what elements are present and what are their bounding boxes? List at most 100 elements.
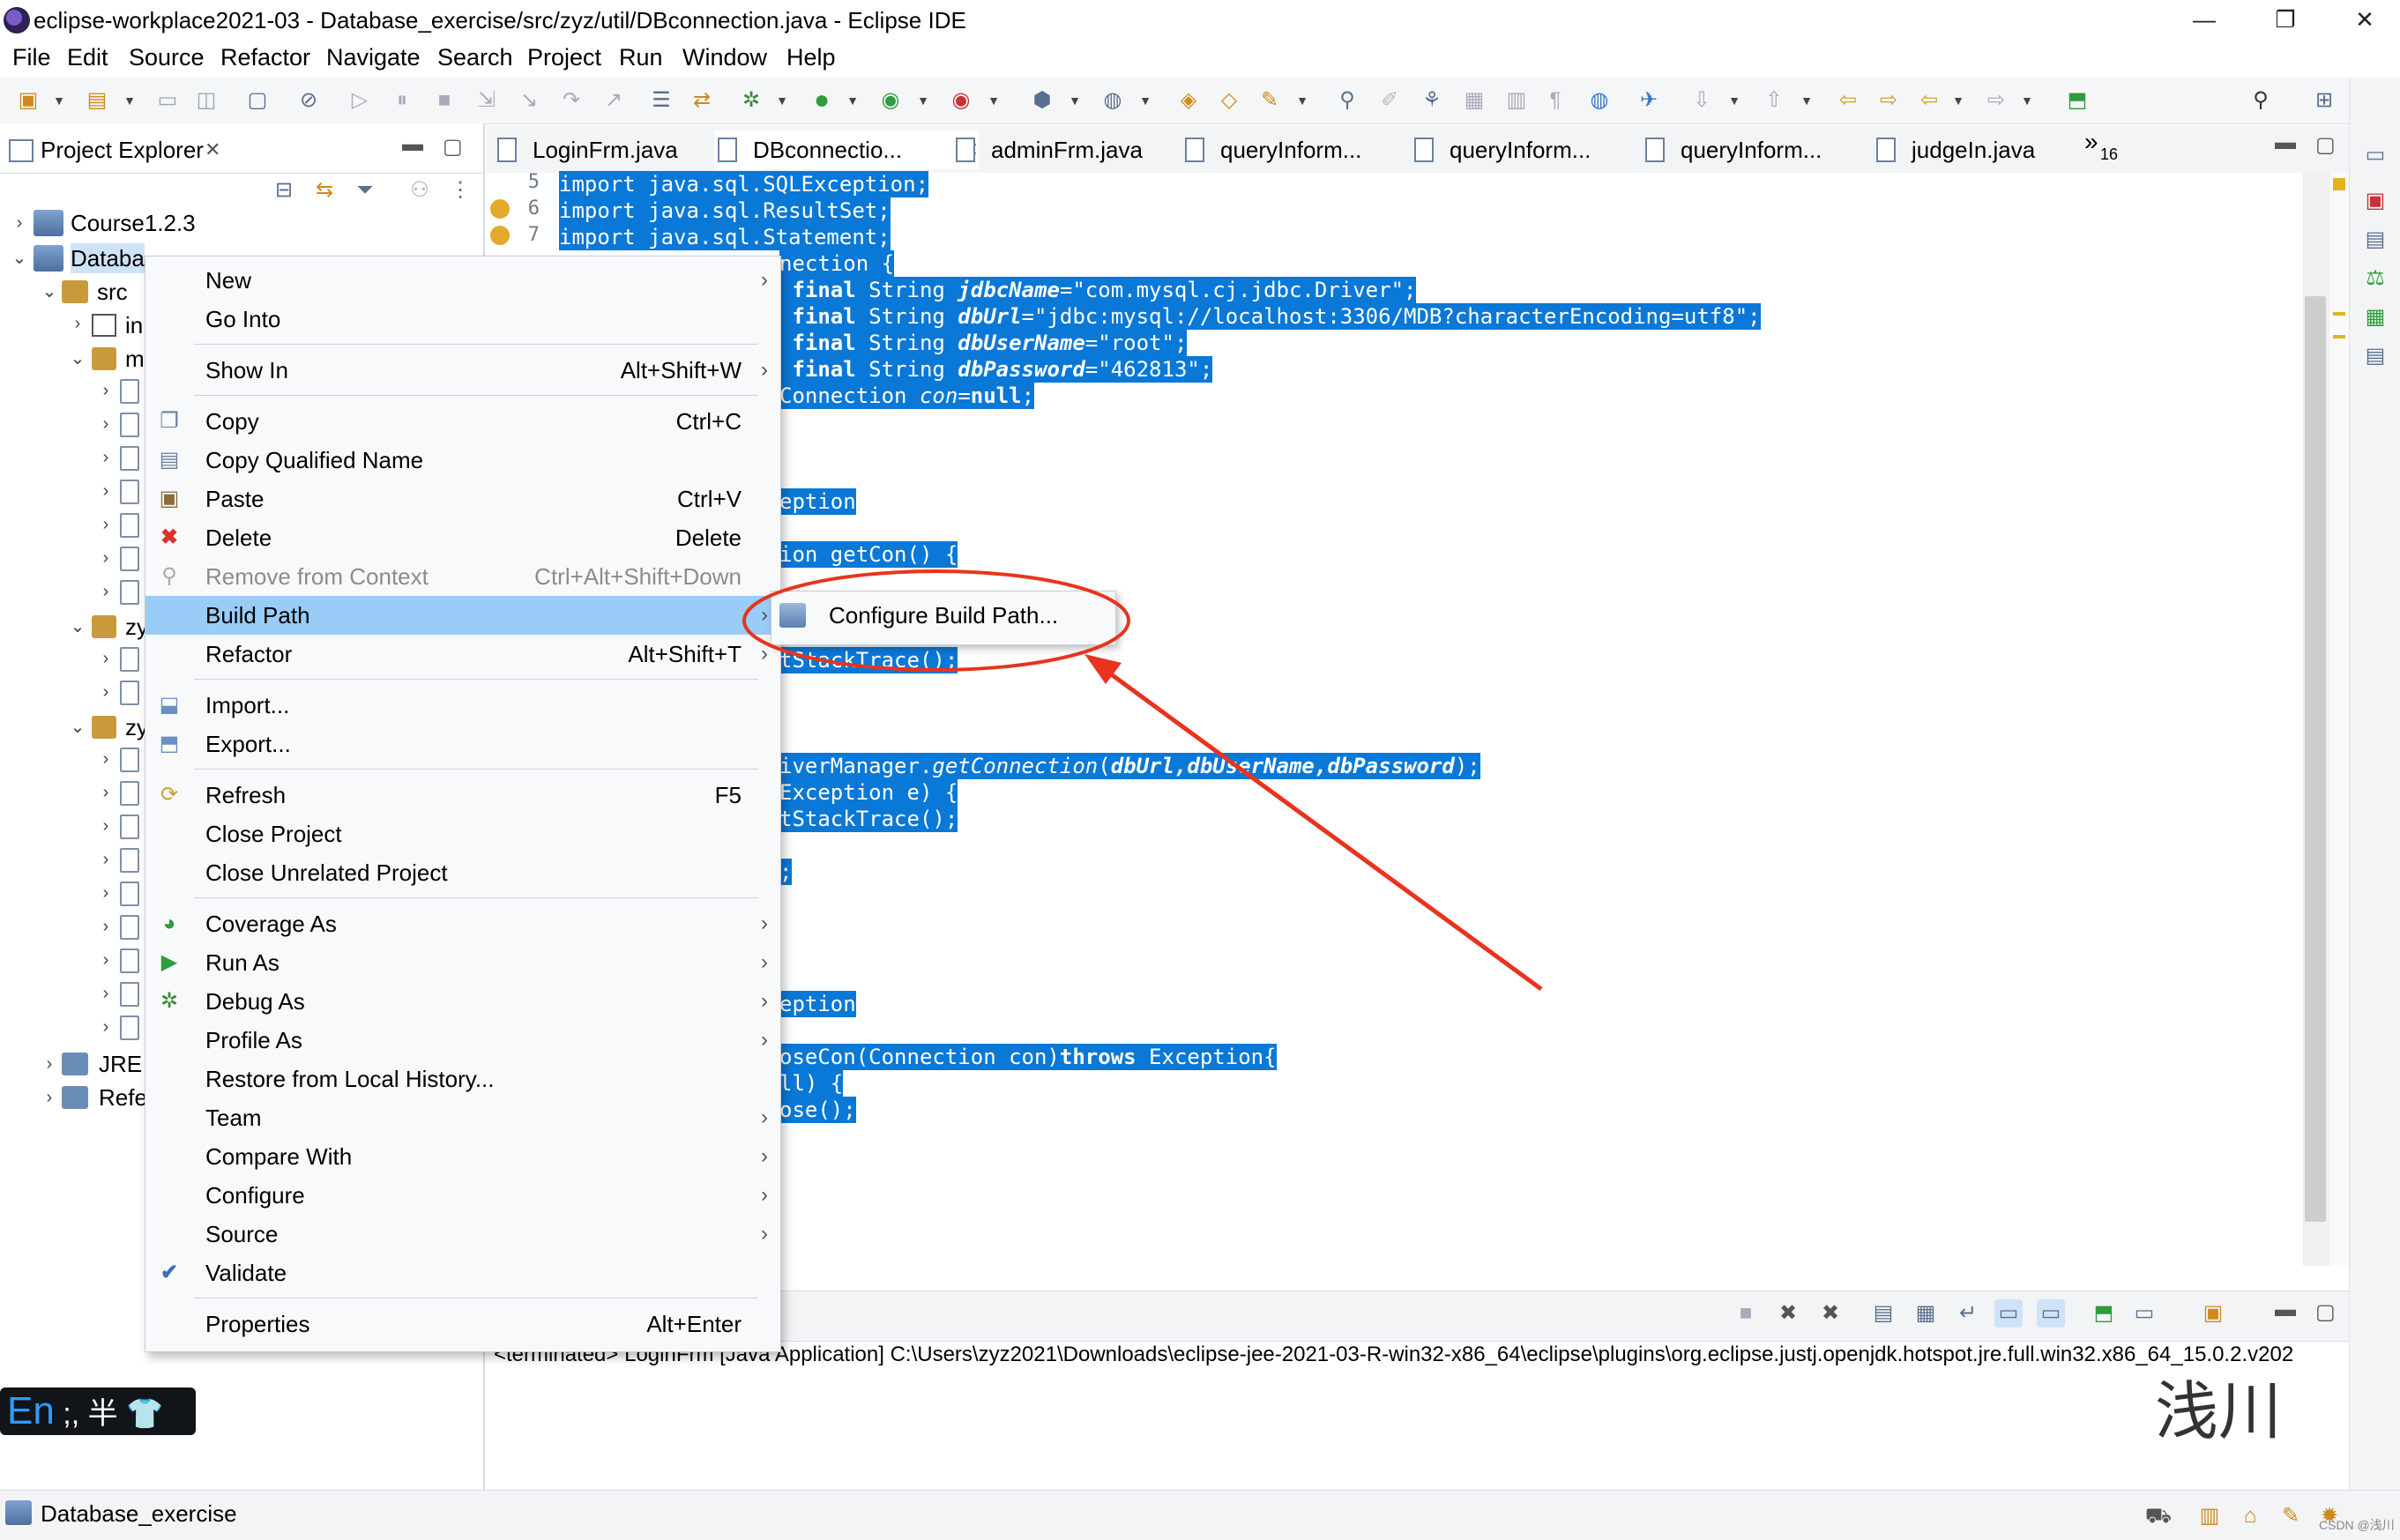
chevron-down-icon[interactable]: ⌄ (41, 280, 58, 302)
menu-item-refactor[interactable]: Refactor Alt+Shift+T › (145, 635, 779, 673)
chevron-right-icon[interactable]: › (41, 1054, 58, 1075)
tab-overflow-button[interactable]: » (2084, 129, 2098, 155)
chevron-down-icon[interactable]: ▼ (123, 92, 136, 109)
word-wrap-console-icon[interactable]: ↵ (1954, 1299, 1982, 1328)
chevron-down-icon[interactable]: ▼ (1139, 92, 1152, 109)
new-file-icon[interactable]: ▤ (83, 86, 111, 115)
menu-window[interactable]: Window (682, 42, 767, 72)
disconnect-icon[interactable]: ⇲ (473, 86, 501, 115)
view-menu-icon[interactable]: ⋮ (446, 176, 474, 205)
menu-item-build-path[interactable]: Build Path › (145, 596, 779, 635)
menu-item-close-unrelated-project[interactable]: Close Unrelated Project (145, 853, 779, 892)
menu-search[interactable]: Search (437, 42, 513, 72)
chevron-right-icon[interactable]: › (97, 749, 115, 770)
menu-item-source[interactable]: Source › (145, 1215, 779, 1254)
skip-breakpoints-icon[interactable]: ⊘ (294, 86, 323, 115)
outline-icon[interactable]: ▤ (2361, 226, 2389, 254)
chevron-down-icon[interactable]: ⌄ (69, 347, 86, 369)
menu-item-refresh[interactable]: ⟳ Refresh F5 (145, 776, 779, 815)
save-icon[interactable]: ▭ (153, 86, 182, 115)
search-icon[interactable]: ⚲ (2247, 86, 2275, 115)
chevron-down-icon[interactable]: ▼ (846, 92, 859, 109)
tab-dbconnection[interactable]: DBconnectio...✕ (714, 130, 979, 169)
maximize-view-icon[interactable]: ▢ (443, 134, 463, 160)
open-perspective-icon[interactable]: ✈ (1635, 86, 1663, 115)
snippets-icon[interactable]: ▤ (2361, 342, 2389, 370)
menu-item-go-into[interactable]: Go Into (145, 300, 779, 339)
back-icon[interactable]: ⇦ (1915, 86, 1943, 115)
warning-marker-icon[interactable] (490, 199, 510, 219)
mark-occurrences-icon[interactable]: ✐ (1375, 86, 1404, 115)
save-all-icon[interactable]: ◫ (192, 86, 220, 115)
status-book-icon[interactable]: ▥ (2195, 1502, 2224, 1530)
menu-item-coverage-as[interactable]: ◕ Coverage As › (145, 904, 779, 943)
open-task-icon[interactable]: ◇ (1215, 86, 1243, 115)
perspective-icon[interactable]: ⊞ (2310, 86, 2338, 115)
menu-edit[interactable]: Edit (67, 42, 108, 72)
menu-item-compare-with[interactable]: Compare With › (145, 1137, 779, 1176)
last-edit-icon[interactable]: ⇦ (1834, 86, 1862, 115)
display-console-icon[interactable]: ▭ (2130, 1299, 2158, 1328)
menu-navigate[interactable]: Navigate (326, 42, 421, 72)
new-wizard-icon[interactable]: ▣ (14, 86, 42, 115)
chevron-right-icon[interactable]: › (97, 582, 115, 602)
chevron-right-icon[interactable]: › (97, 381, 115, 401)
chevron-right-icon[interactable]: › (41, 1088, 58, 1108)
external-tools-icon[interactable]: ◉ (947, 86, 975, 115)
menu-item-properties[interactable]: Properties Alt+Enter (145, 1305, 779, 1343)
step-return-icon[interactable]: ↗ (600, 86, 628, 115)
menu-item-debug-as[interactable]: ✲ Debug As › (145, 982, 779, 1021)
tree-item-database[interactable]: Databa (71, 243, 145, 273)
chevron-down-icon[interactable]: ▼ (1069, 92, 1081, 109)
chevron-right-icon[interactable]: › (11, 213, 28, 234)
drop-frame-icon[interactable]: ☰ (647, 86, 675, 115)
chevron-down-icon[interactable]: ▼ (2021, 92, 2033, 109)
breadcrumb-toggle-icon[interactable]: ⚘ (1418, 86, 1446, 115)
maximize-editor-icon[interactable]: ▢ (2315, 132, 2336, 158)
tab-queryinform-1[interactable]: queryInform... (1181, 130, 1441, 169)
warning-marker-icon[interactable] (490, 226, 510, 245)
menu-item-export[interactable]: ⬒ Export... (145, 725, 779, 763)
overview-marker-icon[interactable] (2333, 312, 2345, 316)
terminate-console-icon[interactable]: ■ (1732, 1299, 1760, 1328)
remove-all-icon[interactable]: ✖ (1816, 1299, 1845, 1328)
coverage-icon[interactable]: ◉ (876, 86, 905, 115)
tree-item-src[interactable]: src (97, 277, 128, 307)
menu-item-import[interactable]: ⬓ Import... (145, 686, 779, 725)
data-source-icon[interactable]: ▦ (2361, 303, 2389, 331)
chevron-right-icon[interactable]: › (97, 448, 115, 468)
menu-refactor[interactable]: Refactor (220, 42, 310, 72)
tree-item-pkg-m[interactable]: m (125, 344, 145, 374)
next-annotation-icon[interactable]: ⇩ (1688, 86, 1716, 115)
word-wrap-icon[interactable]: ▥ (1502, 86, 1531, 115)
menu-item-new[interactable]: New › (145, 261, 779, 300)
tab-loginfrm[interactable]: LoginFrm.java (494, 130, 742, 169)
menu-help[interactable]: Help (786, 42, 836, 72)
new-java-class-icon[interactable]: ◍ (1099, 86, 1127, 115)
chevron-right-icon[interactable]: › (97, 783, 115, 803)
chevron-down-icon[interactable]: ▼ (776, 92, 788, 109)
previous-annotation-icon[interactable]: ⇧ (1760, 86, 1788, 115)
chevron-right-icon[interactable]: › (97, 649, 115, 669)
scroll-lock-icon[interactable]: ▦ (1912, 1299, 1940, 1328)
minimize-console-icon[interactable]: ▬ (2275, 1298, 2296, 1322)
tab-queryinform-2[interactable]: queryInform... (1411, 130, 1670, 169)
chevron-right-icon[interactable]: › (69, 314, 86, 334)
ime-indicator[interactable]: En ;, 半 👕 (0, 1387, 196, 1435)
remove-launch-icon[interactable]: ✖ (1774, 1299, 1802, 1328)
menu-item-delete[interactable]: ✖ Delete Delete (145, 518, 779, 557)
chevron-right-icon[interactable]: › (97, 481, 115, 502)
debug-icon[interactable]: ✲ (737, 86, 765, 115)
show-on-output-icon[interactable]: ▭ (1994, 1299, 2023, 1328)
minimize-editor-icon[interactable]: ▬ (2275, 130, 2296, 155)
tree-item-refs[interactable]: Refe (99, 1082, 147, 1112)
chevron-down-icon[interactable]: ⌄ (69, 615, 86, 637)
chevron-right-icon[interactable]: › (97, 816, 115, 837)
tree-item-jre[interactable]: JRE (99, 1049, 142, 1079)
menu-item-validate[interactable]: ✔ Validate (145, 1254, 779, 1292)
terminate-icon[interactable]: ■ (430, 86, 458, 115)
chevron-right-icon[interactable]: › (97, 950, 115, 971)
menu-item-remove-from-context[interactable]: ⚲ Remove from Context Ctrl+Alt+Shift+Down (145, 557, 779, 596)
chevron-right-icon[interactable]: › (97, 917, 115, 937)
menu-source[interactable]: Source (129, 42, 205, 72)
